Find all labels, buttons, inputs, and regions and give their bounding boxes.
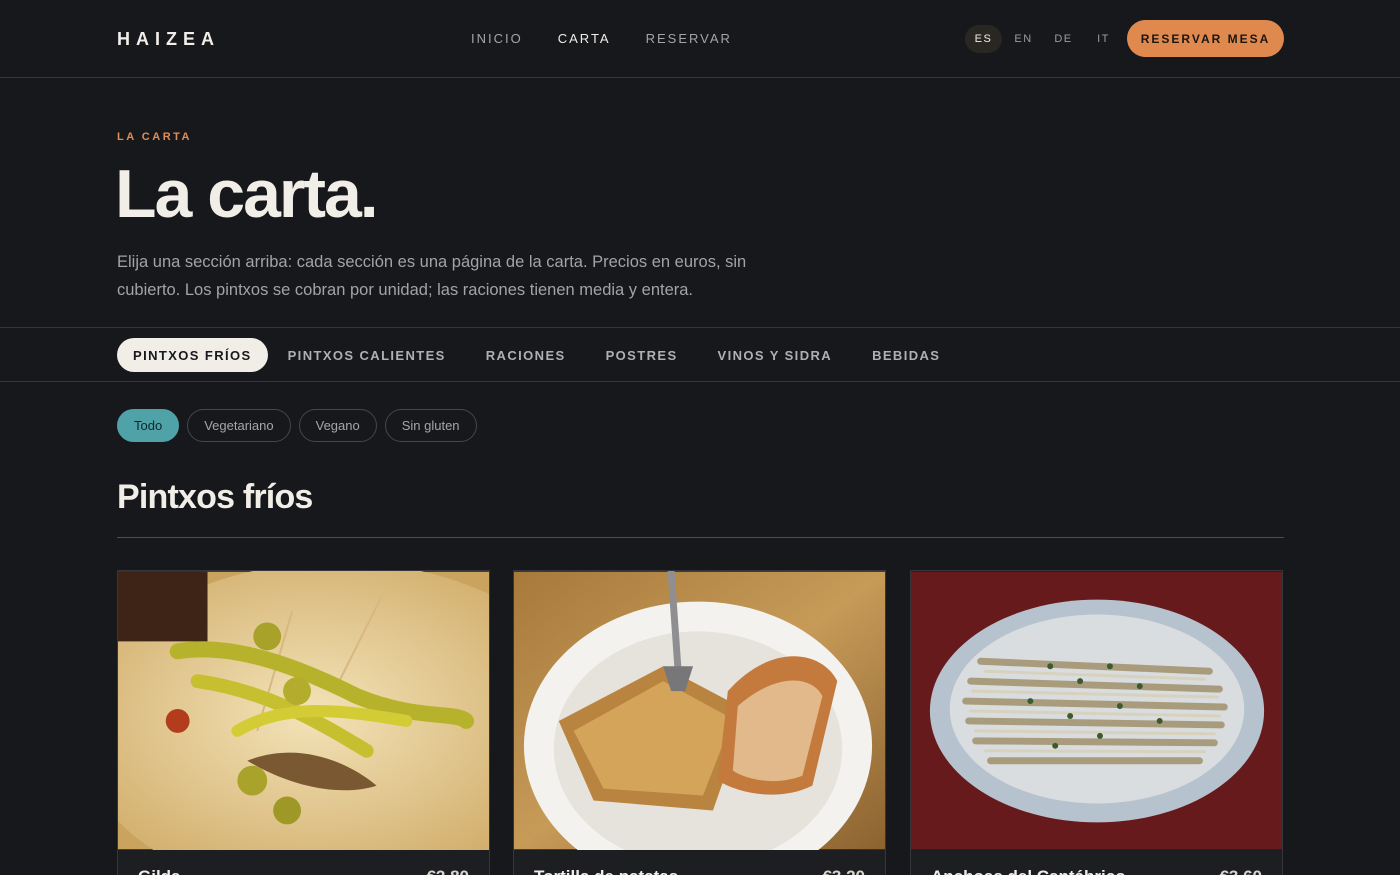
dish-card-anchoas[interactable]: Anchoas del Cantábrico €3,60 <box>910 570 1283 875</box>
hero-eyebrow: LA CARTA <box>117 131 192 143</box>
language-en[interactable]: EN <box>1005 25 1042 53</box>
main-nav: INICIO CARTA RESERVAR <box>471 31 767 46</box>
top-navigation-bar: HAIZEA INICIO CARTA RESERVAR ES EN DE IT… <box>0 0 1400 78</box>
diet-filter-chips: Todo Vegetariano Vegano Sin gluten <box>117 409 485 442</box>
tab-raciones[interactable]: RACIONES <box>466 338 586 372</box>
dish-name: Anchoas del Cantábrico <box>931 867 1126 875</box>
filter-sin-gluten[interactable]: Sin gluten <box>384 409 477 442</box>
filter-vegano[interactable]: Vegano <box>298 409 377 442</box>
tab-vinos-y-sidra[interactable]: VINOS Y SIDRA <box>698 338 853 372</box>
dish-photo-tortilla <box>514 571 885 850</box>
language-de[interactable]: DE <box>1045 25 1082 53</box>
filter-vegetariano[interactable]: Vegetariano <box>187 409 291 442</box>
menu-section-tabs: PINTXOS FRÍOS PINTXOS CALIENTES RACIONES… <box>0 327 1400 382</box>
hero-description: Elija una sección arriba: cada sección e… <box>117 253 747 299</box>
dish-photo-anchoas <box>911 571 1282 850</box>
tab-pintxos-frios[interactable]: PINTXOS FRÍOS <box>117 338 268 372</box>
dish-price: €3,60 <box>1219 867 1262 875</box>
section-heading: Pintxos fríos <box>117 478 313 516</box>
language-it[interactable]: IT <box>1085 25 1122 53</box>
dish-name: Gilda <box>138 867 181 875</box>
language-switcher: ES EN DE IT <box>965 25 1125 53</box>
dish-price: €2,80 <box>426 867 469 875</box>
nav-item-carta[interactable]: CARTA <box>558 31 611 46</box>
dish-card-gilda[interactable]: Gilda €2,80 <box>117 570 490 875</box>
nav-item-reservar[interactable]: RESERVAR <box>646 31 732 46</box>
dish-card-tortilla[interactable]: Tortilla de patatas €3,20 <box>513 570 886 875</box>
tab-bebidas[interactable]: BEBIDAS <box>852 338 960 372</box>
dish-price: €3,20 <box>822 867 865 875</box>
brand-logo[interactable]: HAIZEA <box>117 29 220 50</box>
nav-item-inicio[interactable]: INICIO <box>471 31 523 46</box>
section-divider <box>117 537 1284 538</box>
dish-name: Tortilla de patatas <box>534 867 678 875</box>
filter-todo[interactable]: Todo <box>117 409 180 442</box>
tab-postres[interactable]: POSTRES <box>586 338 698 372</box>
dish-photo-gilda <box>118 571 489 850</box>
tab-pintxos-calientes[interactable]: PINTXOS CALIENTES <box>268 338 466 372</box>
reserve-table-button[interactable]: RESERVAR MESA <box>1127 20 1284 57</box>
page-title: La carta. <box>115 156 379 232</box>
language-es[interactable]: ES <box>965 25 1002 53</box>
